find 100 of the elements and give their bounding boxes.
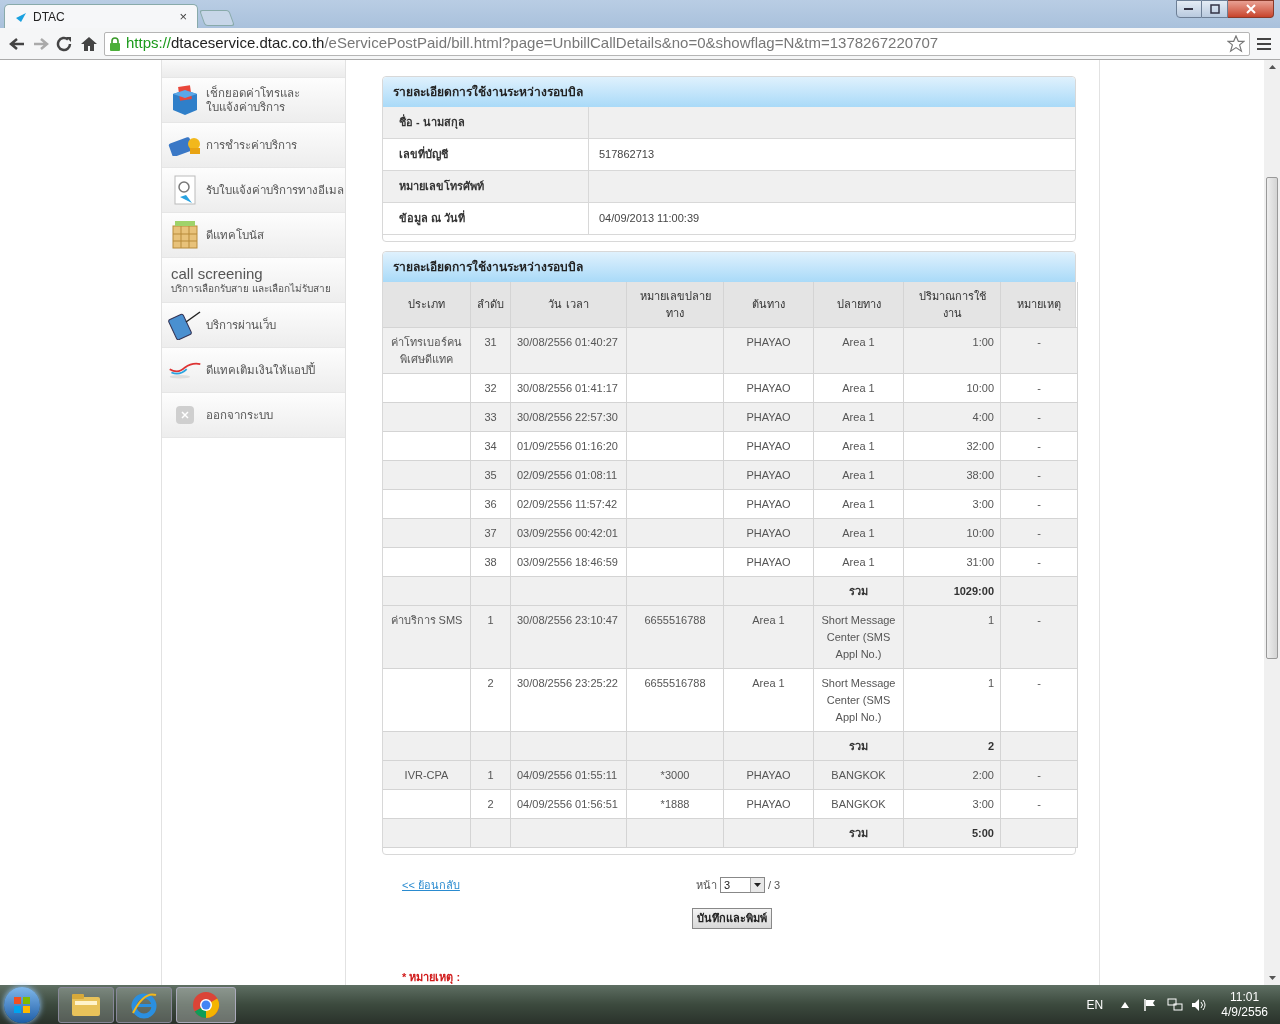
table-cell: BANGKOK [814,761,904,790]
table-cell: - [1001,490,1078,519]
field-value: 04/09/2013 11:00:39 [599,211,700,227]
menu-item[interactable]: ดีแทคเติมเงินให้แอปปี้ [162,348,345,393]
total-value: 5:00 [904,819,1001,848]
table-cell: 32 [471,374,511,403]
table-cell: PHAYAO [724,490,814,519]
table-cell: Area 1 [814,328,904,374]
table-cell: PHAYAO [724,328,814,374]
table-cell: Area 1 [814,519,904,548]
scroll-down-icon[interactable] [1268,976,1276,980]
start-button[interactable] [4,986,40,1023]
menu-item-label: การชำระค่าบริการ [206,138,297,152]
url-text: https://dtaceservice.dtac.co.th/eServicePostPaid/bill.html?page=UnbillCallDetails&no=0&showflag=N&tm=1378267220707 [126,33,940,54]
taskbar-folder-button[interactable] [58,986,114,1023]
table-cell: 33 [471,403,511,432]
table-cell: - [1001,548,1078,577]
menu-item[interactable]: บริการผ่านเว็บ [162,303,345,348]
table-cell: PHAYAO [724,548,814,577]
back-link[interactable]: << ย้อนกลับ [402,877,460,894]
menu-item[interactable]: การชำระค่าบริการ [162,123,345,168]
remark-label: * หมายเหตุ : [402,969,462,985]
table-cell: 30/08/2556 22:57:30 [511,403,627,432]
browser-tab[interactable]: DTAC × [4,4,198,28]
field-label: เลขที่บัญชี [383,139,589,170]
table-cell: 04/09/2556 01:55:11 [511,761,627,790]
table-cell: PHAYAO [724,461,814,490]
table-cell: Area 1 [814,403,904,432]
language-indicator[interactable]: EN [1086,995,1104,1014]
table-cell: 03/09/2556 00:42:01 [511,519,627,548]
back-icon[interactable] [8,35,26,52]
address-bar[interactable]: https://dtaceservice.dtac.co.th/eServicePostPaid/bill.html?page=UnbillCallDetails&no=0&showflag=N&tm=1378267220707 [104,31,1250,56]
table-cell: ค่าบริการ SMS [383,606,471,669]
table-cell: 1 [471,606,511,669]
network-icon[interactable] [1167,997,1184,1012]
maximize-button[interactable] [1202,0,1228,18]
table-cell: 36 [471,490,511,519]
total-label: รวม [814,732,904,761]
menu-item[interactable]: ออกจากระบบ [162,393,345,438]
total-label: รวม [814,577,904,606]
email-icon [174,175,196,205]
menu-item-subtitle: บริการเลือกรับสาย และเลือกไม่รับสาย [171,281,332,296]
menu-item-label: ออกจากระบบ [206,408,273,422]
table-cell: 10:00 [904,519,1001,548]
table-cell: 4:00 [904,403,1001,432]
star-icon[interactable] [1227,34,1245,53]
table-cell: 2 [471,669,511,732]
taskbar-chrome-button[interactable] [176,986,236,1023]
table-cell: *1888 [627,790,724,819]
taskbar-browser-button[interactable] [116,986,172,1023]
tab-close-button[interactable]: × [179,6,187,27]
table-cell: PHAYAO [724,374,814,403]
menu-icon[interactable] [1256,36,1272,51]
scroll-up-icon[interactable] [1268,65,1276,69]
table-cell: 03/09/2556 18:46:59 [511,548,627,577]
page-select[interactable]: 3 [719,877,765,894]
page-label: หน้า [695,878,717,893]
table-cell: PHAYAO [724,790,814,819]
close-button[interactable] [1228,0,1274,18]
table-cell: *3000 [627,761,724,790]
flag-icon[interactable] [1143,997,1158,1012]
table-cell: Area 1 [814,432,904,461]
table-cell: 31:00 [904,548,1001,577]
menu-item-title: call screening [171,264,263,282]
card-icon [168,134,202,156]
table-cell: 6655516788 [627,669,724,732]
menu-item-label: ดีแทคโบนัส [206,228,264,242]
save-print-button[interactable]: บันทึกและพิมพ์ [692,907,772,929]
table-cell: Short Message Center (SMS Appl No.) [814,606,904,669]
table-cell: 30/08/2556 01:41:17 [511,374,627,403]
menu-item-label: ดีแทคเติมเงินให้แอปปี้ [206,363,315,377]
box-icon [170,84,200,116]
clock[interactable]: 11:01 4/9/2556 [1221,989,1268,1020]
minimize-icon [1184,7,1194,11]
table-cell: - [1001,432,1078,461]
menu-item-label: รับใบแจ้งค่าบริการทางอีเมล [206,183,344,197]
reload-icon[interactable] [56,35,74,52]
minimize-button[interactable] [1176,0,1202,18]
lock-icon [109,36,121,51]
scrollbar-thumb[interactable] [1266,177,1278,659]
tray-expand-icon[interactable] [1121,1001,1130,1008]
windows-logo-icon [13,995,31,1014]
table-cell: 30/08/2556 01:40:27 [511,328,627,374]
table-cell: 1:00 [904,328,1001,374]
table-cell: 10:00 [904,374,1001,403]
table-cell: 2 [471,790,511,819]
table-cell: - [1001,461,1078,490]
table-cell: 1 [904,669,1001,732]
close-icon [1245,4,1256,14]
speaker-icon[interactable] [1191,997,1208,1012]
menu-item[interactable]: ดีแทคโบนัส [162,213,345,258]
table-cell: - [1001,519,1078,548]
menu-item[interactable]: เช็กยอดค่าโทรและ ใบแจ้งค่าบริการ [162,78,345,123]
field-value: 517862713 [599,147,655,163]
table-cell: 02/09/2556 11:57:42 [511,490,627,519]
field-label: ข้อมูล ณ วันที่ [383,203,589,234]
table-cell: 1 [471,761,511,790]
home-icon[interactable] [80,35,98,52]
table-cell: 3:00 [904,490,1001,519]
table-cell: Area 1 [724,606,814,669]
